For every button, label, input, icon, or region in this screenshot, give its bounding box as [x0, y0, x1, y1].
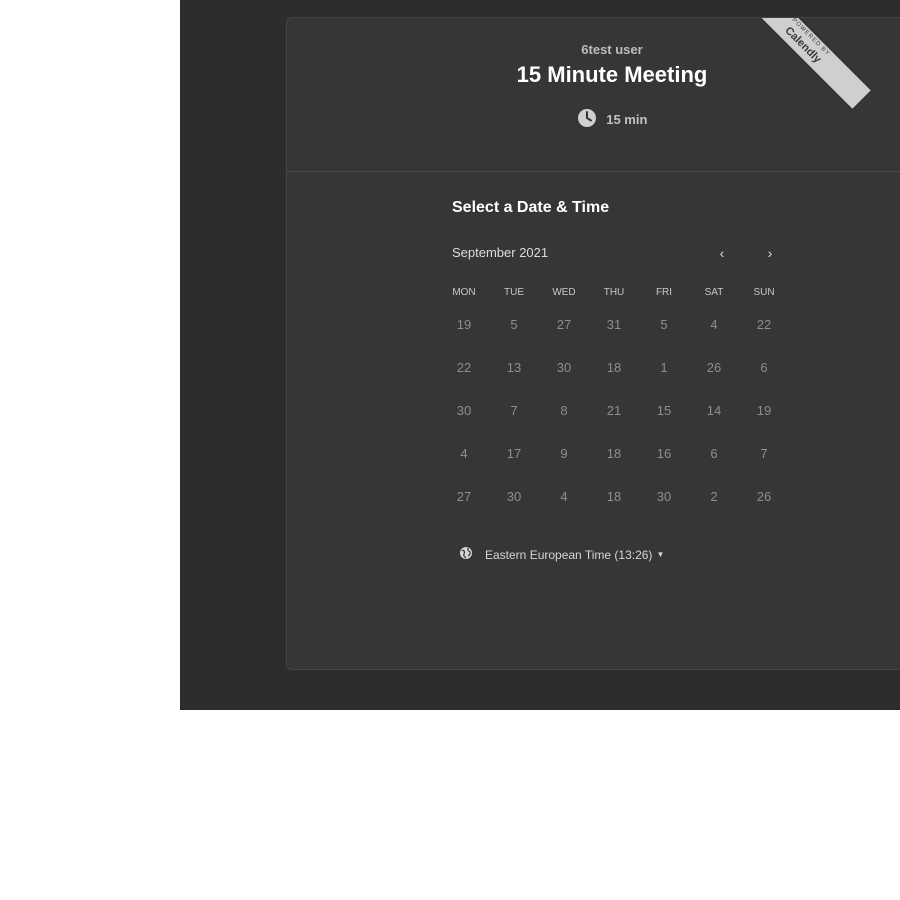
globe-icon — [459, 546, 473, 563]
clock-icon — [577, 108, 597, 131]
calendar-grid: MON TUE WED THU FRI SAT SUN 19 5 27 31 5… — [439, 285, 789, 528]
calendar-day: 18 — [606, 446, 622, 461]
calendar-day: 30 — [656, 489, 672, 504]
calendar-week-row: 19 5 27 31 5 4 22 — [439, 313, 789, 356]
chevron-right-icon: › — [767, 245, 773, 261]
calendar-day: 5 — [660, 317, 668, 332]
current-month: September 2021 — [452, 245, 549, 260]
calendar-day: 18 — [606, 489, 622, 504]
duration-text: 15 min — [606, 112, 648, 127]
calendar-day: 27 — [456, 489, 472, 504]
page-background: POWERED BY Calendly 6test user 15 Minute… — [180, 0, 900, 710]
calendar-day: 2 — [710, 489, 718, 504]
previous-month-button[interactable]: ‹ — [710, 242, 734, 266]
calendar-day: 14 — [706, 403, 722, 418]
calendar-day: 18 — [606, 360, 622, 375]
calendar-week-row: 22 13 30 18 1 26 6 — [439, 356, 789, 399]
calendar-day: 5 — [510, 317, 518, 332]
calendar-week-row: 30 7 8 21 15 14 19 — [439, 399, 789, 442]
calendar-day: 26 — [706, 360, 722, 375]
calendar-day: 13 — [506, 360, 522, 375]
calendar-week-row: 4 17 9 18 16 6 7 — [439, 442, 789, 485]
event-header: 6test user 15 Minute Meeting 15 min — [287, 18, 900, 172]
calendar-day: 7 — [760, 446, 768, 461]
calendar-day: 30 — [456, 403, 472, 418]
weekday-label: THU — [603, 287, 625, 298]
weekday-label: MON — [452, 287, 476, 298]
calendar-day: 17 — [506, 446, 522, 461]
weekday-label: TUE — [504, 287, 524, 298]
calendar-day: 31 — [606, 317, 622, 332]
timezone-label: Eastern European Time (13:26) — [485, 547, 653, 562]
chevron-left-icon: ‹ — [719, 245, 725, 261]
weekday-label: SUN — [753, 287, 775, 298]
event-owner: 6test user — [581, 42, 643, 57]
calendar-day: 1 — [660, 360, 668, 375]
calendar-day: 19 — [456, 317, 472, 332]
calendar-day: 22 — [756, 317, 772, 332]
next-month-button[interactable]: › — [758, 242, 782, 266]
calendar-day: 19 — [756, 403, 772, 418]
weekday-label: SAT — [704, 287, 724, 298]
calendar-day: 8 — [560, 403, 568, 418]
weekday-label: WED — [552, 287, 576, 298]
calendar-day: 16 — [656, 446, 672, 461]
calendar-day: 15 — [656, 403, 672, 418]
calendar-day: 6 — [710, 446, 718, 461]
calendar-day: 6 — [760, 360, 768, 375]
picker-heading: Select a Date & Time — [452, 199, 610, 216]
scheduling-card: POWERED BY Calendly 6test user 15 Minute… — [286, 17, 900, 670]
calendar-day: 4 — [710, 317, 718, 332]
calendar-day: 22 — [456, 360, 472, 375]
calendar-day: 7 — [510, 403, 518, 418]
calendar-day: 30 — [506, 489, 522, 504]
weekday-label: FRI — [655, 287, 673, 298]
event-duration: 15 min — [287, 108, 900, 131]
calendar-day: 4 — [560, 489, 568, 504]
timezone-selector[interactable]: Eastern European Time (13:26) ▼ — [459, 546, 664, 563]
weekday-header-row: MON TUE WED THU FRI SAT SUN — [439, 285, 789, 313]
caret-down-icon: ▼ — [656, 550, 665, 559]
calendar-week-row: 27 30 4 18 30 2 26 — [439, 485, 789, 528]
calendar-day: 27 — [556, 317, 572, 332]
calendar-day: 4 — [460, 446, 468, 461]
event-title: 15 Minute Meeting — [516, 62, 708, 87]
calendar-day: 26 — [756, 489, 772, 504]
calendar-day: 30 — [556, 360, 572, 375]
calendar-day: 9 — [560, 446, 568, 461]
calendar-day: 21 — [606, 403, 622, 418]
